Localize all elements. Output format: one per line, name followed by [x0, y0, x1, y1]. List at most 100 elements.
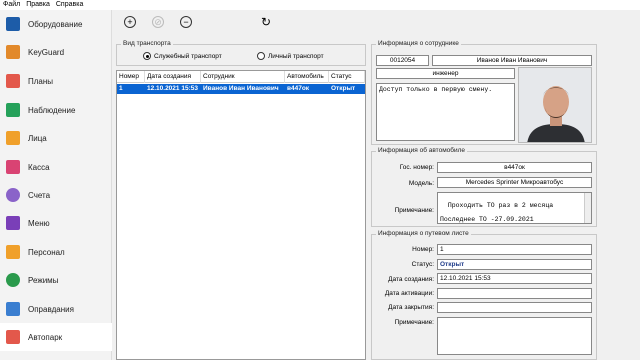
- toolbar: + ⊘ − ↻: [112, 10, 640, 38]
- folder-icon: [6, 45, 20, 59]
- sidebar-item-faces[interactable]: Лица: [0, 124, 112, 152]
- plus-icon: +: [127, 16, 133, 27]
- cash-icon: [6, 160, 20, 174]
- car-note-text: Проходить ТО раз в 2 месяца Последнее ТО…: [440, 202, 554, 223]
- menu-file[interactable]: Файл: [3, 0, 20, 10]
- scrollbar[interactable]: [584, 193, 591, 223]
- waybill-created-label: Дата создания:: [388, 276, 434, 283]
- table-cell: в447ок: [287, 85, 310, 92]
- sidebar-item-label: Меню: [28, 218, 50, 228]
- block-button[interactable]: ⊘: [152, 16, 164, 28]
- sidebar-item-label: Лица: [28, 133, 47, 143]
- table-cell: 12.10.2021 15:53: [147, 85, 198, 92]
- mode-icon: [6, 273, 20, 287]
- sidebar-item-label: Персонал: [28, 247, 65, 257]
- column-header[interactable]: Дата создания: [145, 71, 201, 83]
- model-field[interactable]: Mercedes Sprinter Микроавтобус: [437, 177, 592, 188]
- calendar-icon: [6, 74, 20, 88]
- waybill-number-label: Номер:: [412, 246, 434, 253]
- waybill-activated-field[interactable]: [437, 288, 592, 299]
- document-icon: [6, 302, 20, 316]
- group-title: Информация об автомобиле: [376, 147, 468, 154]
- sidebar-item-label: Оборудование: [28, 19, 83, 29]
- sidebar-item-label: Касса: [28, 162, 50, 172]
- face-icon: [6, 131, 20, 145]
- table-header: Номер Дата создания Сотрудник Автомобиль…: [117, 71, 365, 83]
- column-header[interactable]: Статус: [329, 71, 365, 83]
- column-header[interactable]: Номер: [117, 71, 145, 83]
- radio-label: Личный транспорт: [268, 52, 324, 60]
- waybill-status-field[interactable]: Открыт: [437, 259, 592, 270]
- radio-personal-transport[interactable]: Личный транспорт: [257, 52, 324, 60]
- sidebar-item-label: Автопарк: [28, 332, 63, 342]
- sidebar-item-excuses[interactable]: Оправдания: [0, 295, 112, 323]
- car-note-label: Примечание:: [394, 207, 434, 214]
- waybill-number-field[interactable]: 1: [437, 244, 592, 255]
- waybill-closed-field[interactable]: [437, 302, 592, 313]
- sidebar-item-menu[interactable]: Меню: [0, 209, 112, 237]
- sidebar: Оборудование KeyGuard Планы Наблюдение Л…: [0, 10, 112, 360]
- radio-checked-icon: [143, 52, 151, 60]
- model-label: Модель:: [408, 180, 434, 187]
- column-header[interactable]: Автомобиль: [285, 71, 329, 83]
- add-button[interactable]: +: [124, 16, 136, 28]
- employee-photo-image: [519, 68, 591, 142]
- person-icon: [6, 245, 20, 259]
- remove-button[interactable]: −: [180, 16, 192, 28]
- sidebar-item-invoices[interactable]: Счета: [0, 181, 112, 209]
- waybill-table: Номер Дата создания Сотрудник Автомобиль…: [116, 70, 366, 360]
- sidebar-item-label: KeyGuard: [28, 47, 65, 57]
- radio-label: Служебный транспорт: [154, 52, 222, 60]
- car-icon: [6, 330, 20, 344]
- radio-service-transport[interactable]: Служебный транспорт: [143, 52, 222, 60]
- plate-field[interactable]: в447ок: [437, 162, 592, 173]
- sidebar-item-label: Наблюдение: [28, 105, 76, 115]
- menu-icon: [6, 216, 20, 230]
- waybill-activated-label: Дата активации:: [384, 290, 434, 297]
- group-title: Информация о сотруднике: [376, 40, 461, 47]
- refresh-icon: ↻: [260, 14, 272, 29]
- table-cell: 1: [119, 85, 123, 92]
- sidebar-item-label: Счета: [28, 190, 51, 200]
- waybill-note-field[interactable]: [437, 317, 592, 355]
- menu-bar: Файл Правка Справка: [0, 0, 640, 10]
- waybill-status-label: Статус:: [411, 261, 434, 268]
- employee-photo: [518, 67, 592, 143]
- sidebar-item-autopark[interactable]: Автопарк: [0, 323, 112, 351]
- employee-id-field[interactable]: 0012054: [376, 55, 429, 66]
- plate-label: Гос. номер:: [399, 164, 434, 171]
- sidebar-item-monitoring[interactable]: Наблюдение: [0, 96, 112, 124]
- minus-icon: −: [183, 16, 189, 27]
- block-icon: ⊘: [154, 16, 162, 27]
- network-icon: [6, 17, 20, 31]
- sidebar-item-cash[interactable]: Касса: [0, 153, 112, 181]
- refresh-button[interactable]: ↻: [260, 16, 272, 28]
- sidebar-item-keyguard[interactable]: KeyGuard: [0, 38, 112, 66]
- table-cell: Иванов Иван Иванович: [203, 85, 279, 92]
- waybill-created-field[interactable]: 12.10.2021 15:53: [437, 273, 592, 284]
- menu-help[interactable]: Справка: [56, 0, 83, 10]
- employee-note-field[interactable]: Доступ только в первую смену.: [376, 83, 515, 141]
- table-cell: Открыт: [331, 85, 356, 92]
- sidebar-item-staff[interactable]: Персонал: [0, 238, 112, 266]
- car-note-field[interactable]: Проходить ТО раз в 2 месяца Последнее ТО…: [437, 192, 592, 224]
- table-row[interactable]: 1 12.10.2021 15:53 Иванов Иван Иванович …: [117, 84, 365, 94]
- sidebar-item-label: Планы: [28, 76, 54, 86]
- sidebar-item-plans[interactable]: Планы: [0, 67, 112, 95]
- invoice-icon: [6, 188, 20, 202]
- menu-edit[interactable]: Правка: [26, 0, 50, 10]
- radio-unchecked-icon: [257, 52, 265, 60]
- sidebar-item-modes[interactable]: Режимы: [0, 266, 112, 294]
- sidebar-item-equipment[interactable]: Оборудование: [0, 10, 112, 38]
- employee-position-field[interactable]: инженер: [376, 68, 515, 79]
- column-header[interactable]: Сотрудник: [201, 71, 285, 83]
- transport-type-group: Вид транспорта Служебный транспорт Личны…: [116, 40, 366, 66]
- employee-name-field[interactable]: Иванов Иван Иванович: [432, 55, 592, 66]
- waybill-closed-label: Дата закрытия:: [388, 304, 434, 311]
- group-title: Вид транспорта: [121, 40, 173, 47]
- sidebar-item-label: Режимы: [28, 275, 59, 285]
- camera-icon: [6, 103, 20, 117]
- sidebar-item-label: Оправдания: [28, 304, 74, 314]
- group-title: Информация о путевом листе: [376, 230, 471, 237]
- waybill-note-label: Примечание:: [394, 319, 434, 326]
